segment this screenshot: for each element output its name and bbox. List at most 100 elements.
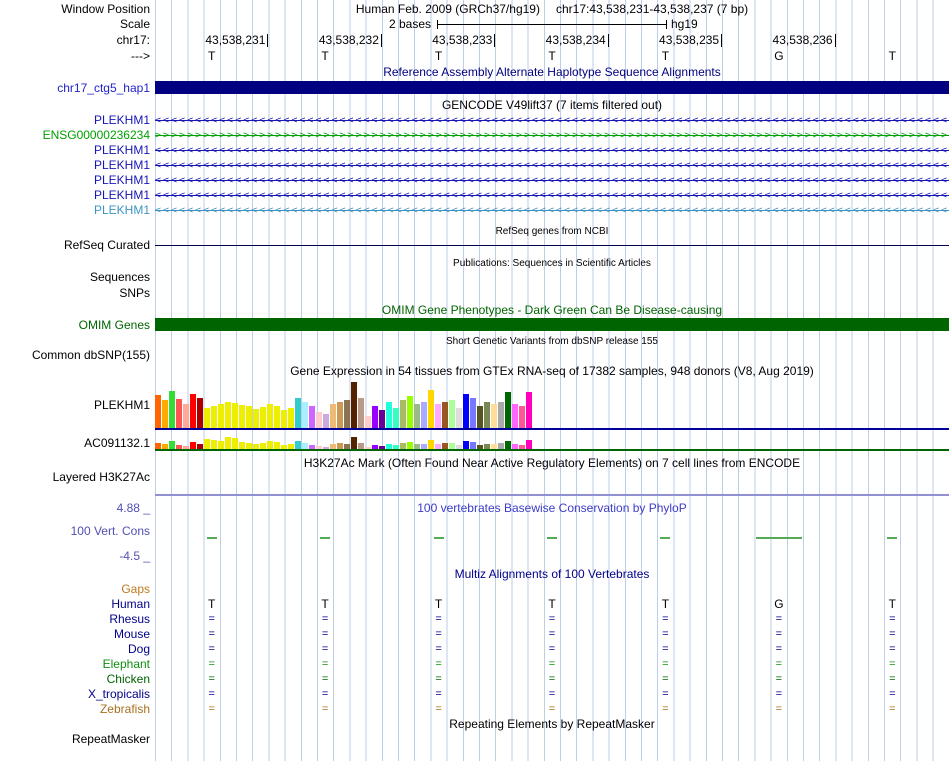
alignment-gap-mark: = xyxy=(435,628,442,640)
base-letter: T xyxy=(321,49,329,63)
alignment-gap-mark: = xyxy=(889,613,896,625)
h3k27ac-title: H3K27Ac Mark (Often Found Near Active Re… xyxy=(303,456,801,470)
gtex-bar xyxy=(274,406,280,428)
gene-model: <<<<<<<<<<<<<<<<<<<<<<<<<<<<<<<<<<<<<<<<… xyxy=(155,203,949,218)
phylop-track-label[interactable]: 100 Vert. Cons xyxy=(0,524,150,539)
gtex-bar xyxy=(407,442,413,449)
alignment-gap-mark: = xyxy=(662,673,669,685)
assembly-label: Human Feb. 2009 (GRCh37/hg19) xyxy=(355,2,540,16)
omim-genes-label[interactable]: OMIM Genes xyxy=(0,318,150,333)
conservation-dash xyxy=(433,537,444,539)
gene-label[interactable]: PLEKHM1 xyxy=(0,158,150,173)
haplotype-bar[interactable] xyxy=(155,81,949,94)
gtex-ac091132-baseline xyxy=(155,449,949,451)
alignment-gap-mark: = xyxy=(889,703,896,715)
coordinate-label: 43,538,235 xyxy=(659,34,723,47)
gtex-bar xyxy=(400,400,406,428)
alignment-gap-mark: = xyxy=(775,613,783,625)
h3k27ac-label[interactable]: Layered H3K27Ac xyxy=(0,470,150,485)
gene-row: PLEKHM1 <<<<<<<<<<<<<<<<<<<<<<<<<<<<<<<<<… xyxy=(0,113,950,128)
alignment-gap-mark: = xyxy=(435,688,442,700)
multiz-rows: Gaps Human T T T T T G T Rhesus = = = = = = = Mouse = = = = = =… xyxy=(0,582,950,717)
gene-label[interactable]: PLEKHM1 xyxy=(0,188,150,203)
ruler-coordinates: 43,538,231 43,538,232 43,538,233 43,538,234… xyxy=(155,33,949,48)
gtex-plekhm1-baseline xyxy=(155,428,949,430)
gtex-bar xyxy=(323,414,329,428)
gene-label[interactable]: ENSG00000236234 xyxy=(0,128,150,143)
alignment-gap-mark: = xyxy=(208,628,215,640)
snps-label[interactable]: SNPs xyxy=(0,286,150,301)
gtex-bar xyxy=(316,412,322,428)
omim-bar[interactable] xyxy=(155,318,949,331)
alignment-row: = = = = = = = xyxy=(155,672,949,687)
gene-model: <<<<<<<<<<<<<<<<<<<<<<<<<<<<<<<<<<<<<<<<… xyxy=(155,173,949,188)
gtex-bar xyxy=(274,442,280,449)
alignment-gap-mark: = xyxy=(208,658,215,670)
gene-row: PLEKHM1 <<<<<<<<<<<<<<<<<<<<<<<<<<<<<<<<<… xyxy=(0,158,950,173)
gtex-bar xyxy=(302,402,308,428)
species-label[interactable]: Human xyxy=(0,597,150,612)
species-label[interactable]: Rhesus xyxy=(0,612,150,627)
gtex-bar xyxy=(204,439,210,449)
gtex-bar xyxy=(169,441,175,449)
species-label[interactable]: X_tropicalis xyxy=(0,687,150,702)
gtex-bar xyxy=(288,408,294,428)
species-label[interactable]: Chicken xyxy=(0,672,150,687)
alignment-gap-mark: = xyxy=(775,703,783,715)
gtex-bar xyxy=(176,399,182,428)
gtex-bar xyxy=(470,398,476,428)
alignment-gap-mark: = xyxy=(662,658,669,670)
gtex-ac091132-chart xyxy=(155,436,532,449)
base-letter: T xyxy=(434,49,443,63)
refseq-line xyxy=(155,245,949,246)
gtex-bar xyxy=(225,437,231,449)
dbsnp-label[interactable]: Common dbSNP(155) xyxy=(0,348,150,363)
multiz-row: Gaps xyxy=(0,582,950,597)
gene-label[interactable]: PLEKHM1 xyxy=(0,143,150,158)
gtex-bar xyxy=(309,406,315,428)
alignment-row: = = = = = = = xyxy=(155,702,949,717)
conservation-dash xyxy=(320,537,331,539)
gtex-bar xyxy=(239,405,245,428)
gtex-bar xyxy=(519,406,525,428)
species-label[interactable]: Elephant xyxy=(0,657,150,672)
gene-label[interactable]: PLEKHM1 xyxy=(0,113,150,128)
gtex-bar xyxy=(463,441,469,449)
haplotype-track-label[interactable]: chr17_ctg5_hap1 xyxy=(0,81,150,96)
repeatmasker-label[interactable]: RepeatMasker xyxy=(0,732,150,747)
gtex-plekhm1-label[interactable]: PLEKHM1 xyxy=(0,398,150,413)
species-label[interactable]: Mouse xyxy=(0,627,150,642)
strand-arrows: >>>>>>>>>>>>>>>>>>>>>>>>>>>>>>>>>>>>>>>>… xyxy=(155,130,949,141)
multiz-title: Multiz Alignments of 100 Vertebrates xyxy=(454,567,650,581)
gtex-bar xyxy=(232,403,238,428)
multiz-row: Chicken = = = = = = = xyxy=(0,672,950,687)
gtex-bar xyxy=(435,404,441,428)
gtex-bar xyxy=(267,441,273,449)
alignment-gap-mark: = xyxy=(662,613,669,625)
gtex-bar xyxy=(218,441,224,449)
gtex-bar xyxy=(463,394,469,428)
gene-label[interactable]: PLEKHM1 xyxy=(0,173,150,188)
alignment-gap-mark: = xyxy=(775,688,783,700)
gtex-bar xyxy=(218,404,224,428)
species-label[interactable]: Dog xyxy=(0,642,150,657)
refseq-curated-label[interactable]: RefSeq Curated xyxy=(0,238,150,253)
alignment-gap-mark: = xyxy=(662,628,669,640)
gtex-ac091132-label[interactable]: AC091132.1 xyxy=(0,436,150,451)
gtex-bar xyxy=(491,404,497,428)
scale-row: 2 bases hg19 xyxy=(155,17,949,32)
coordinate-label: 43,538,233 xyxy=(432,34,496,47)
gtex-plekhm1-chart xyxy=(155,380,532,428)
gene-label[interactable]: PLEKHM1 xyxy=(0,203,150,218)
alignment-gap-mark: = xyxy=(548,628,556,640)
species-label[interactable]: Zebrafish xyxy=(0,702,150,717)
aligned-base: T xyxy=(208,597,216,611)
gtex-bar xyxy=(330,404,336,428)
conservation-dash xyxy=(887,537,898,539)
gtex-bar xyxy=(526,392,532,428)
gene-model: <<<<<<<<<<<<<<<<<<<<<<<<<<<<<<<<<<<<<<<<… xyxy=(155,158,949,173)
species-label[interactable]: Gaps xyxy=(0,582,150,597)
sequences-label[interactable]: Sequences xyxy=(0,270,150,285)
gtex-bar xyxy=(351,437,357,449)
gtex-bar xyxy=(190,442,196,449)
